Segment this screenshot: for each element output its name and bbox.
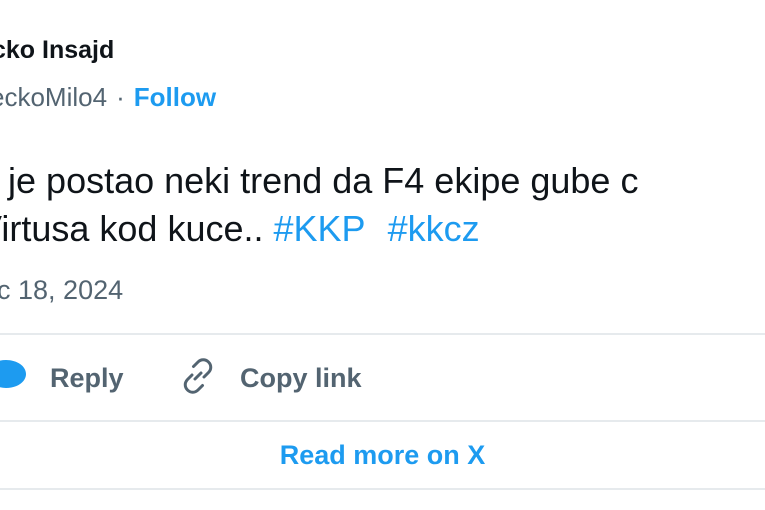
reply-button[interactable]: Reply [0,352,124,404]
hashtag-kkp[interactable]: #KKP [274,208,366,249]
copy-link-label: Copy link [240,362,362,393]
hashtag-kkcz[interactable]: #kkcz [388,208,480,249]
read-more-area: Read more on X [0,422,765,488]
tweet-text-line-2-plain: Virtusa kod kuce.. [0,208,274,249]
author-display-name[interactable]: cko Insajd [0,36,114,65]
tweet-text-line-1: a je postao neki trend da F4 ekipe gube … [0,160,639,201]
tweet-text: a je postao neki trend da F4 ekipe gube … [0,157,638,253]
tweet-text-line-2: Virtusa kod kuce.. #KKP #kkcz [0,205,638,253]
reply-label: Reply [50,362,124,393]
tweet-embed-card: cko Insajd eckoMilo4 · Follow a je postao … [0,0,765,510]
divider-bottom [0,488,765,490]
follow-button[interactable]: Follow [134,82,216,112]
separator-dot: · [116,82,125,112]
author-handle-row: eckoMilo4 · Follow [0,82,216,113]
divider-top [0,333,765,335]
link-icon [178,356,218,401]
action-bar: Reply Copy link [0,352,765,404]
speech-bubble-icon [0,358,28,399]
read-more-on-x-link[interactable]: Read more on X [280,440,486,471]
copy-link-button[interactable]: Copy link [178,352,362,404]
author-handle[interactable]: eckoMilo4 [0,82,107,112]
tweet-date[interactable]: ec 18, 2024 [0,275,123,306]
